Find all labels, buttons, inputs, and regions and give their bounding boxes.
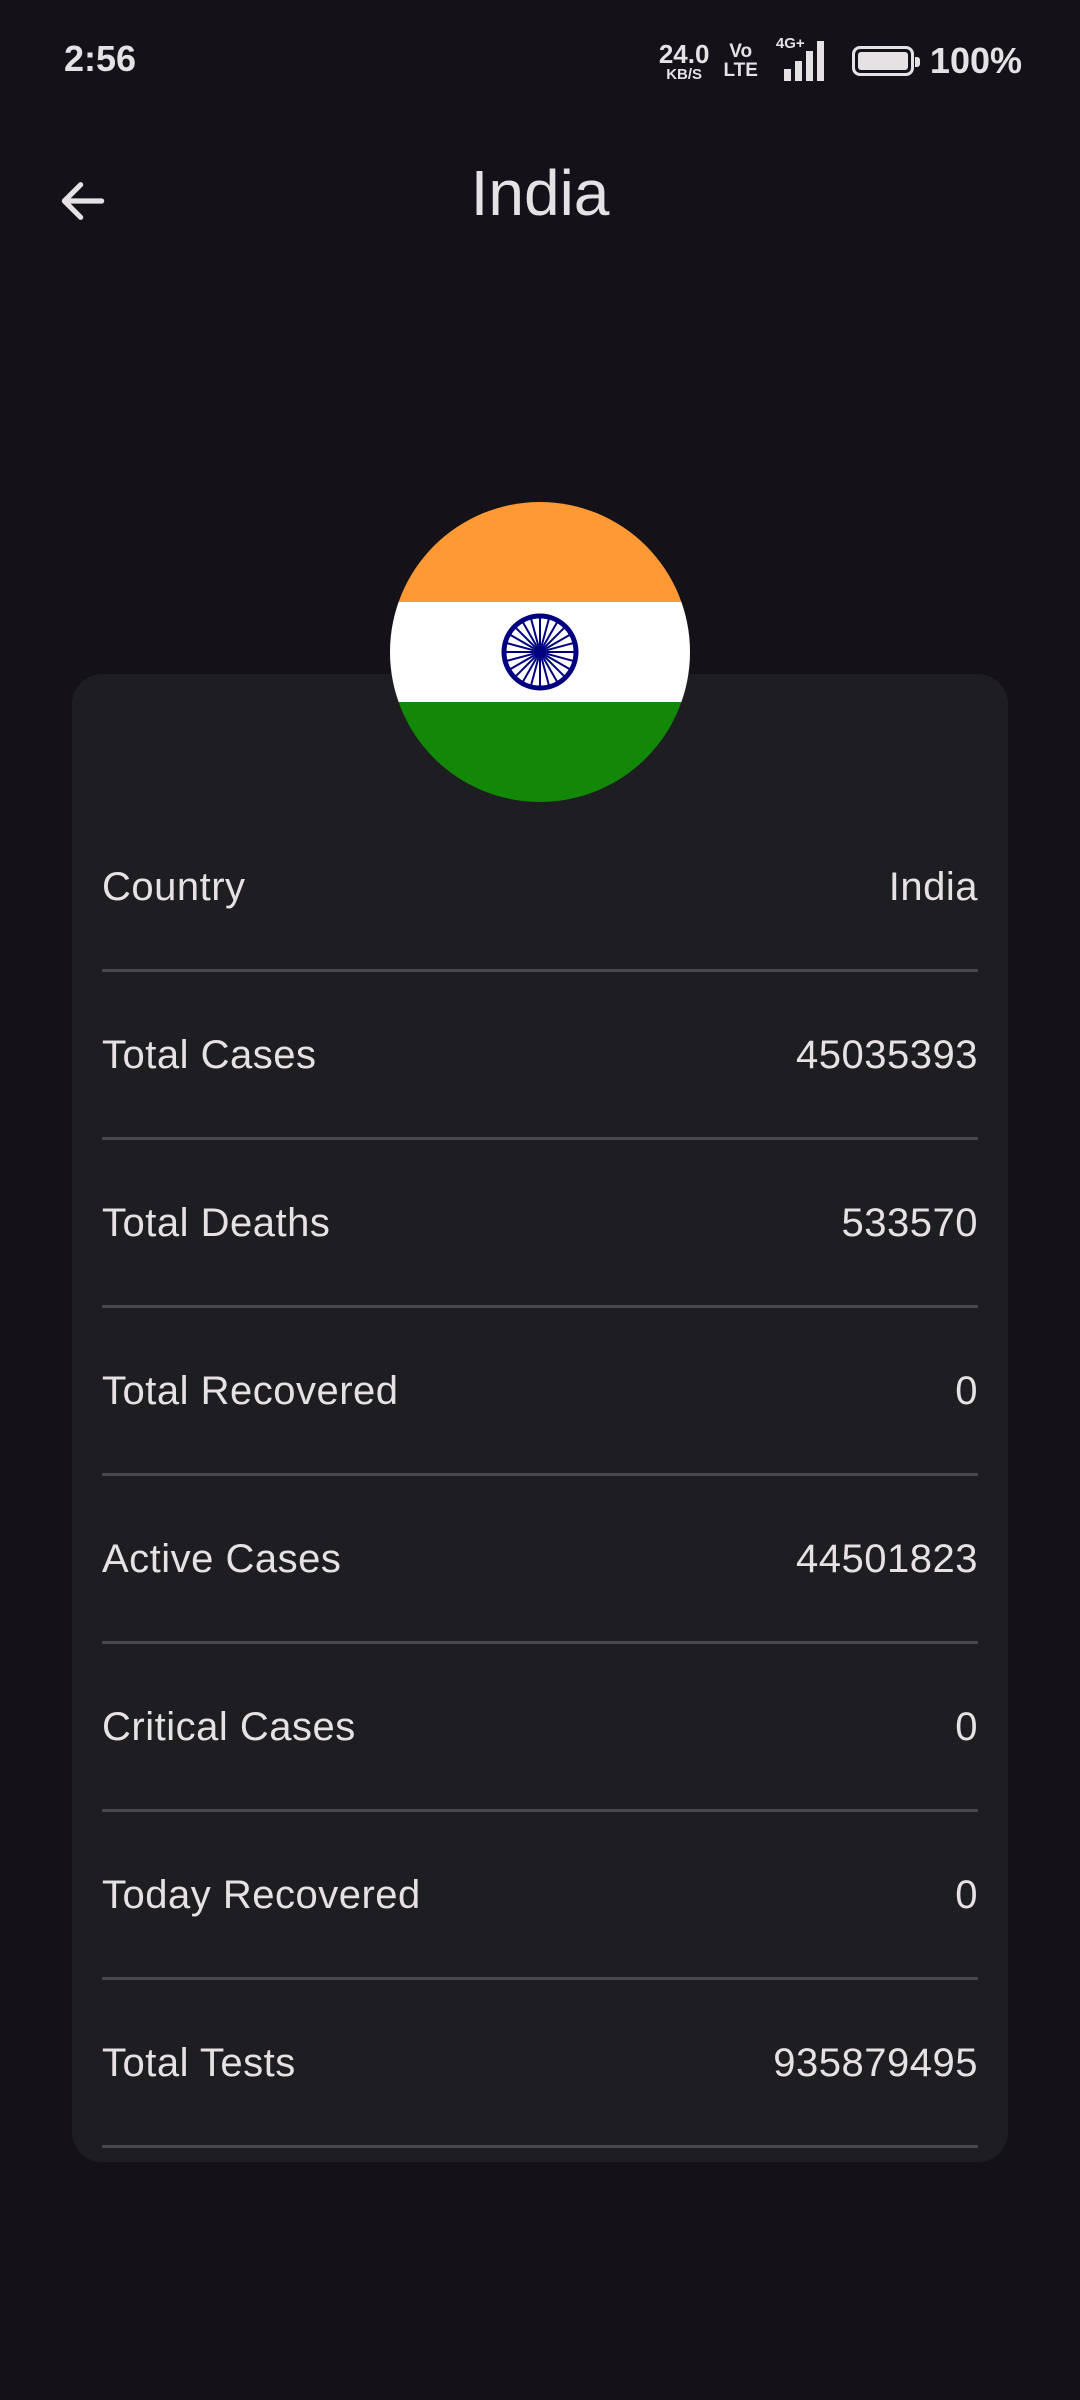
stat-label: Total Deaths	[102, 1201, 331, 1245]
network-speed: 24.0 KB/S	[659, 41, 710, 82]
stat-row: Total Deaths 533570	[102, 1140, 978, 1308]
stat-label: Country	[102, 865, 246, 909]
app-bar: India	[0, 120, 1080, 270]
stats-list: Country India Total Cases 45035393 Total Dea…	[102, 804, 978, 2148]
network-speed-value: 24.0	[658, 38, 710, 69]
page-title: India	[470, 157, 610, 229]
stat-label: Total Recovered	[102, 1369, 399, 1413]
stat-value: 44501823	[796, 1537, 978, 1581]
stat-value: 935879495	[773, 2041, 978, 2085]
stat-row: Active Cases 44501823	[102, 1476, 978, 1644]
stat-row: Total Cases 45035393	[102, 972, 978, 1140]
battery-icon	[851, 46, 920, 76]
stat-row: Today Recovered 0	[102, 1812, 978, 1980]
stat-value: 0	[955, 1705, 978, 1749]
stat-label: Total Cases	[102, 1033, 317, 1077]
stat-row: Critical Cases 0	[102, 1644, 978, 1812]
volte-bottom: LTE	[723, 60, 758, 81]
volte-indicator: Vo LTE	[723, 42, 757, 80]
status-icons: 24.0 KB/S Vo LTE 4G+ 100%	[659, 35, 1022, 86]
stat-label: Critical Cases	[102, 1705, 356, 1749]
stat-value: India	[888, 865, 978, 909]
stat-row: Total Tests 935879495	[102, 1980, 978, 2148]
country-flag	[390, 502, 690, 802]
network-speed-unit: KB/S	[666, 65, 703, 83]
status-bar: 2:56 24.0 KB/S Vo LTE 4G+ 100%	[0, 0, 1080, 120]
flag-saffron-band	[390, 502, 690, 602]
stat-value: 45035393	[796, 1033, 978, 1077]
stat-label: Total Tests	[102, 2041, 296, 2085]
stat-row: Country India	[102, 804, 978, 972]
volte-top: Vo	[729, 41, 753, 62]
status-time: 2:56	[64, 38, 137, 79]
ashoka-chakra-icon	[501, 613, 579, 691]
network-type: 4G+	[775, 35, 805, 52]
signal-icon: 4G+	[772, 35, 830, 83]
stat-row: Total Recovered 0	[102, 1308, 978, 1476]
stats-card: Country India Total Cases 45035393 Total Dea…	[72, 674, 1008, 2162]
stat-value: 533570	[841, 1201, 978, 1245]
stat-value: 0	[955, 1873, 978, 1917]
stat-label: Active Cases	[102, 1537, 342, 1581]
battery-percent: 100%	[929, 40, 1022, 81]
stat-label: Today Recovered	[102, 1873, 421, 1917]
stat-value: 0	[955, 1369, 978, 1413]
